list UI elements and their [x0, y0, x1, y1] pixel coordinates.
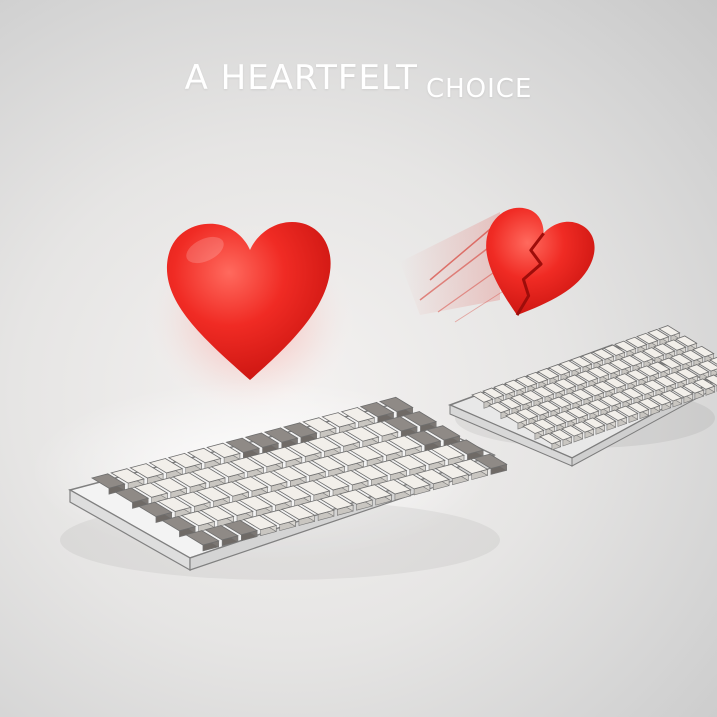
illustration [30, 207, 717, 580]
scene: A HEARTFELT CHOICE [0, 0, 717, 717]
small-keyboard [447, 325, 717, 467]
motion-trail [400, 212, 506, 323]
